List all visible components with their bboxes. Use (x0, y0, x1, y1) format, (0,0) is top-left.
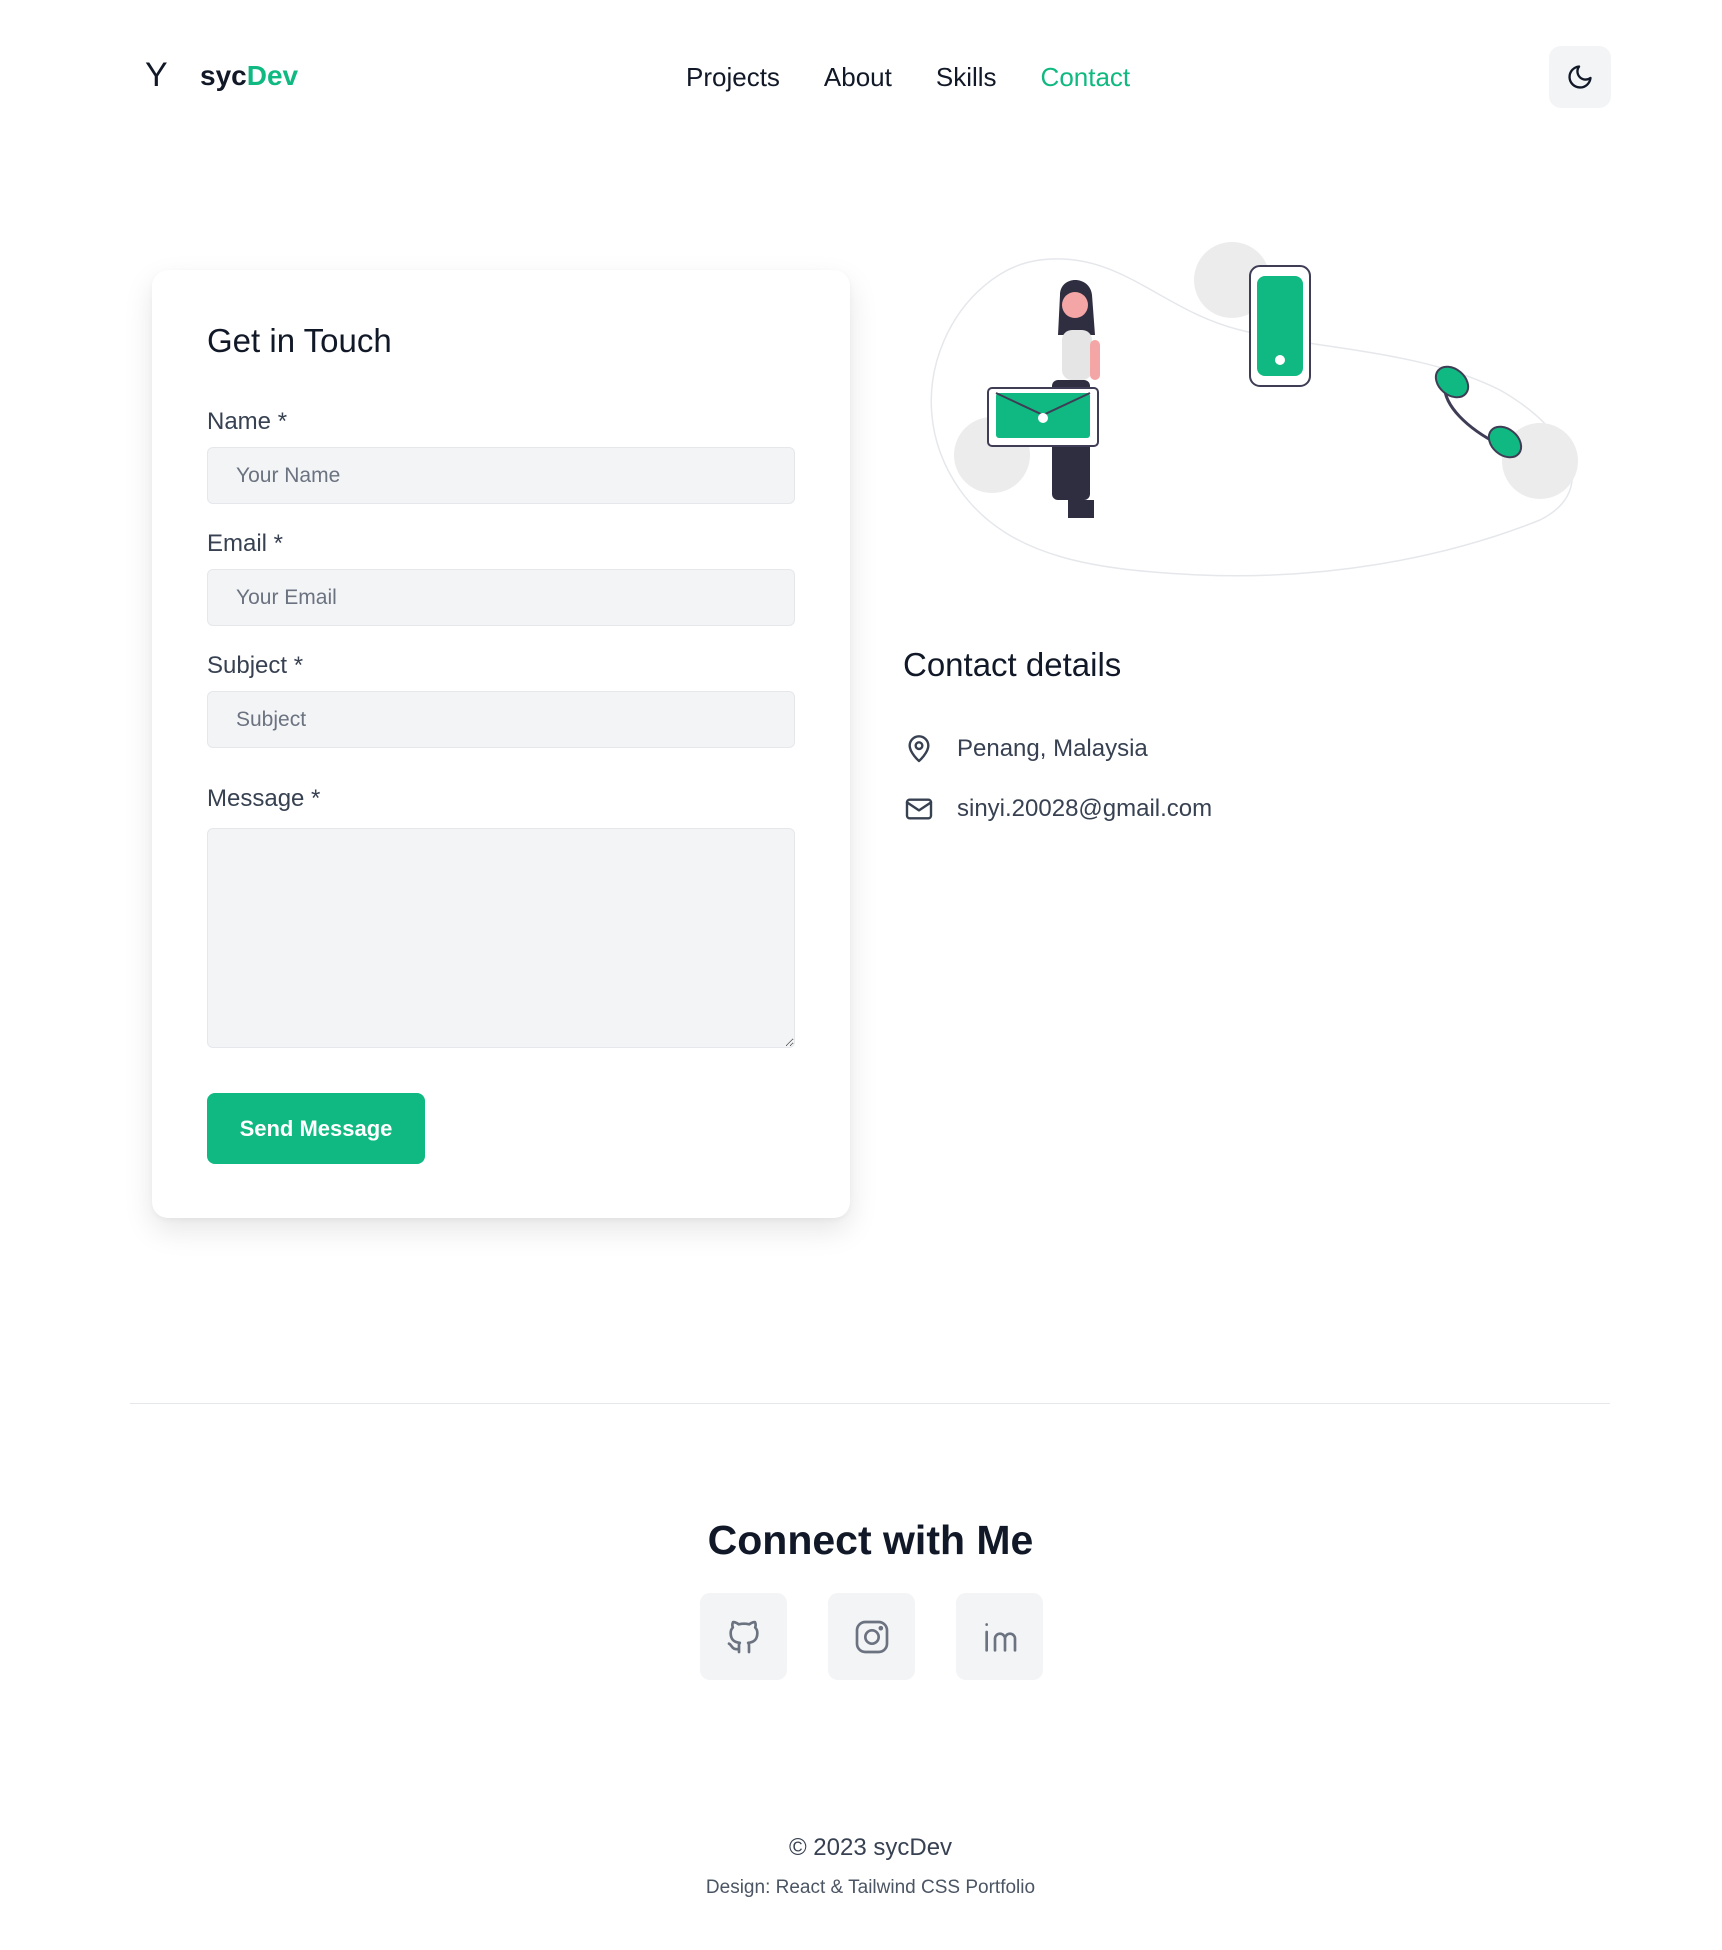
location-row: Penang, Malaysia (903, 733, 1148, 765)
github-icon (727, 1620, 759, 1653)
name-input[interactable] (207, 447, 795, 504)
nav-about[interactable]: About (824, 64, 892, 90)
nav-skills[interactable]: Skills (936, 64, 997, 90)
email-label: Email * (207, 530, 284, 557)
send-message-button[interactable]: Send Message (207, 1093, 425, 1164)
instagram-icon (855, 1620, 888, 1653)
logo-text-primary: syc (200, 60, 247, 91)
linkedin-icon (984, 1622, 1016, 1652)
email-row: sinyi.20028@gmail.com (903, 793, 1212, 825)
logo-text[interactable]: sycDev (200, 62, 298, 90)
message-textarea[interactable] (207, 828, 795, 1048)
map-pin-icon (908, 735, 930, 763)
contact-page: Y sycDev Projects About Skills Contact G… (0, 0, 1722, 1950)
moon-icon (1568, 65, 1592, 89)
form-title: Get in Touch (207, 322, 392, 359)
subject-label: Subject * (207, 652, 304, 679)
email-input[interactable] (207, 569, 795, 626)
nav-projects[interactable]: Projects (686, 64, 780, 90)
instagram-link[interactable] (828, 1593, 915, 1680)
message-label: Message * (207, 785, 321, 812)
social-links (700, 1593, 1043, 1680)
mail-icon (905, 798, 933, 820)
nav-contact[interactable]: Contact (1041, 64, 1131, 90)
email-link[interactable]: sinyi.20028@gmail.com (957, 795, 1212, 823)
github-link[interactable] (700, 1593, 787, 1680)
linkedin-link[interactable] (956, 1593, 1043, 1680)
logo-text-accent: Dev (246, 60, 299, 91)
logo-mark[interactable]: Y (145, 58, 168, 92)
design-credit: Design: React & Tailwind CSS Portfolio (705, 1877, 1036, 1898)
section-divider (130, 1403, 1610, 1404)
connect-title: Connect with Me (707, 1517, 1034, 1563)
location-text: Penang, Malaysia (957, 735, 1148, 762)
theme-toggle-button[interactable] (1549, 46, 1611, 108)
main-nav: Projects About Skills Contact (686, 64, 1130, 90)
contact-details-title: Contact details (903, 646, 1122, 683)
copyright-text: © 2023 sycDev (788, 1834, 953, 1861)
name-label: Name * (207, 408, 288, 435)
contact-illustration (930, 242, 1578, 577)
contact-form-card: Get in Touch Name * Email * Subject * Me… (152, 270, 850, 1218)
subject-input[interactable] (207, 691, 795, 748)
